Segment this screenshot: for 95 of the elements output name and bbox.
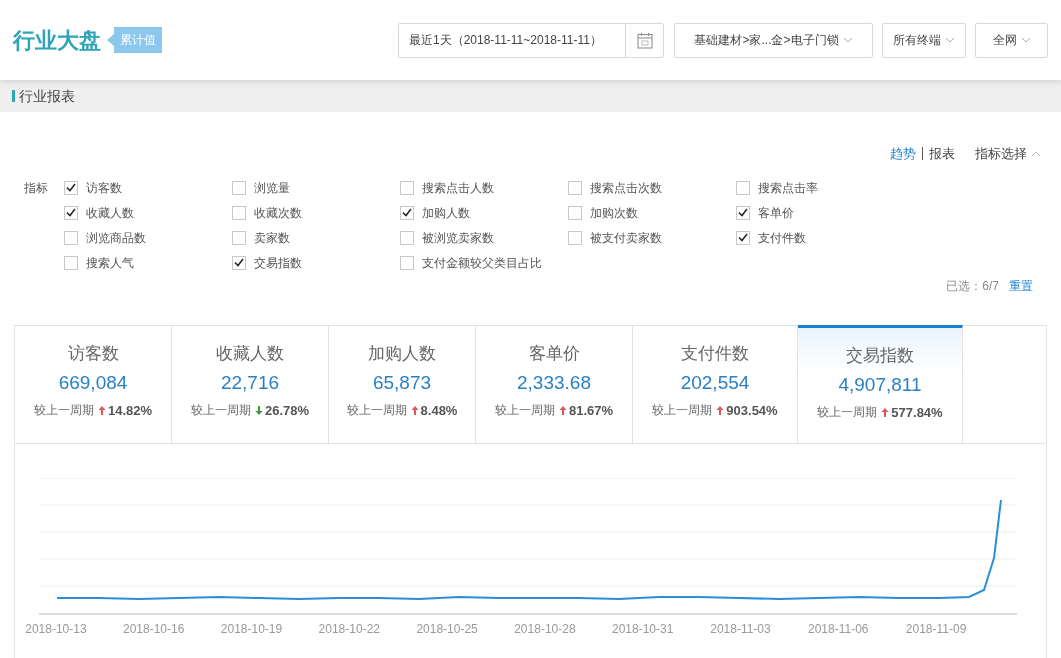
- metric-tab[interactable]: 加购人数 65,873 较上一周期 8.48%: [329, 325, 476, 443]
- compare-label: 较上一周期: [33, 402, 94, 420]
- change-percent: 8.48%: [420, 401, 458, 420]
- checkbox-label: 访客数: [86, 179, 122, 197]
- compare-label: 较上一周期: [494, 402, 555, 420]
- checkbox-label: 加购次数: [590, 204, 638, 222]
- metric-title: 交易指数: [846, 344, 914, 367]
- checkbox-label: 交易指数: [254, 254, 302, 272]
- checkbox[interactable]: [64, 230, 78, 245]
- metric-value: 4,907,811: [838, 372, 922, 397]
- metric-title: 客单价: [528, 342, 580, 365]
- checkbox[interactable]: [64, 255, 78, 270]
- metric-value: 202,554: [680, 370, 750, 395]
- chevron-up-icon: [1031, 150, 1041, 157]
- checkbox-label: 支付金额较父类目占比: [422, 254, 542, 272]
- metric-value: 22,716: [220, 370, 280, 395]
- axis-label: 2018-10-25: [415, 620, 479, 638]
- checkbox-label: 搜索点击次数: [590, 179, 662, 197]
- checkbox[interactable]: [64, 180, 78, 195]
- metric-value: 65,873: [372, 370, 432, 395]
- section-marker: [12, 90, 15, 102]
- view-tab[interactable]: 趋势: [890, 144, 916, 164]
- axis-label: 2018-10-16: [122, 620, 186, 638]
- metric-value: 2,333.68: [517, 370, 591, 395]
- checkbox[interactable]: [400, 205, 414, 220]
- axis-label: 2018-10-22: [317, 620, 381, 638]
- metric-title: 收藏人数: [216, 342, 284, 365]
- axis-label: 2018-10-19: [219, 620, 284, 638]
- checkbox[interactable]: [400, 180, 414, 195]
- date-range-picker[interactable]: 最近1天（2018-11-11~2018-11-11）: [398, 22, 664, 58]
- checkbox-label: 卖家数: [254, 229, 290, 247]
- checkbox-label: 浏览量: [254, 179, 290, 197]
- checkbox-label: 收藏次数: [254, 204, 302, 222]
- checkbox[interactable]: [736, 205, 750, 220]
- checkbox-label: 加购人数: [422, 204, 470, 222]
- metric-tab[interactable]: 收藏人数 22,716 较上一周期 26.78%: [172, 325, 329, 443]
- metric-tab[interactable]: 交易指数 4,907,811 较上一周期 577.84%: [798, 324, 963, 443]
- checkbox-label: 客单价: [758, 204, 794, 222]
- axis-label: 2018-11-03: [709, 620, 772, 638]
- checkbox[interactable]: [568, 230, 582, 245]
- checkbox-label: 浏览商品数: [86, 229, 146, 247]
- checkbox-label: 搜索点击人数: [422, 179, 494, 197]
- divider-bar: [922, 147, 923, 161]
- checkbox[interactable]: [232, 255, 246, 270]
- axis-label: 2018-10-31: [611, 620, 675, 638]
- axis-label: 2018-10-13: [24, 620, 88, 638]
- category-dropdown[interactable]: 基础建材>家...金>电子门锁: [674, 22, 873, 58]
- chevron-down-icon: [945, 37, 955, 43]
- reset-link[interactable]: 重置: [1009, 276, 1033, 295]
- compare-label: 较上一周期: [817, 404, 878, 422]
- checkbox[interactable]: [232, 205, 246, 220]
- checkbox-label: 搜索点击率: [758, 179, 818, 197]
- checkbox[interactable]: [64, 205, 78, 220]
- axis-label: 2018-11-06: [807, 620, 870, 638]
- checkbox-label: 收藏人数: [86, 204, 134, 222]
- checkbox[interactable]: [232, 230, 246, 245]
- compare-label: 较上一周期: [346, 402, 407, 420]
- compare-label: 较上一周期: [652, 402, 713, 420]
- section-title: 行业报表: [19, 86, 75, 106]
- metric-value: 669,084: [58, 370, 128, 395]
- view-tab[interactable]: 报表: [929, 144, 955, 164]
- metrics-label: 指标: [24, 179, 49, 197]
- checkbox-label: 被浏览卖家数: [422, 229, 494, 247]
- checkbox[interactable]: [568, 205, 582, 220]
- change-percent: 577.84%: [891, 403, 943, 422]
- axis-label: 2018-10-28: [513, 620, 577, 638]
- network-dropdown[interactable]: 全网: [975, 22, 1048, 58]
- chevron-down-icon: [842, 37, 853, 43]
- page-title: 行业大盘: [13, 26, 101, 55]
- checkbox[interactable]: [568, 180, 582, 195]
- change-percent: 903.54%: [726, 401, 778, 420]
- checkbox[interactable]: [232, 180, 246, 195]
- checkbox-label: 支付件数: [758, 229, 806, 247]
- metric-tab[interactable]: 客单价 2,333.68 较上一周期 81.67%: [476, 325, 633, 443]
- chevron-down-icon: [1020, 37, 1031, 43]
- change-percent: 26.78%: [264, 401, 310, 420]
- checkbox-label: 被支付卖家数: [590, 229, 662, 247]
- axis-label: 2018-11-09: [904, 620, 968, 638]
- selected-count: 已选：6/7: [946, 277, 999, 295]
- value-badge: 累计值: [114, 27, 162, 53]
- checkbox[interactable]: [400, 255, 414, 270]
- metric-title: 访客数: [67, 342, 119, 365]
- metric-select-toggle[interactable]: 指标选择: [975, 144, 1041, 164]
- compare-label: 较上一周期: [190, 402, 251, 420]
- change-percent: 14.82%: [107, 401, 153, 420]
- checkbox[interactable]: [400, 230, 414, 245]
- checkbox[interactable]: [736, 230, 750, 245]
- change-percent: 81.67%: [568, 401, 614, 420]
- checkbox[interactable]: [736, 180, 750, 195]
- checkbox-label: 搜索人气: [86, 254, 134, 272]
- calendar-icon: [636, 31, 653, 49]
- metric-title: 支付件数: [681, 342, 749, 365]
- metric-title: 加购人数: [368, 342, 436, 365]
- terminal-dropdown[interactable]: 所有终端: [882, 22, 966, 58]
- metric-tab[interactable]: 访客数 669,084 较上一周期 14.82%: [15, 325, 172, 443]
